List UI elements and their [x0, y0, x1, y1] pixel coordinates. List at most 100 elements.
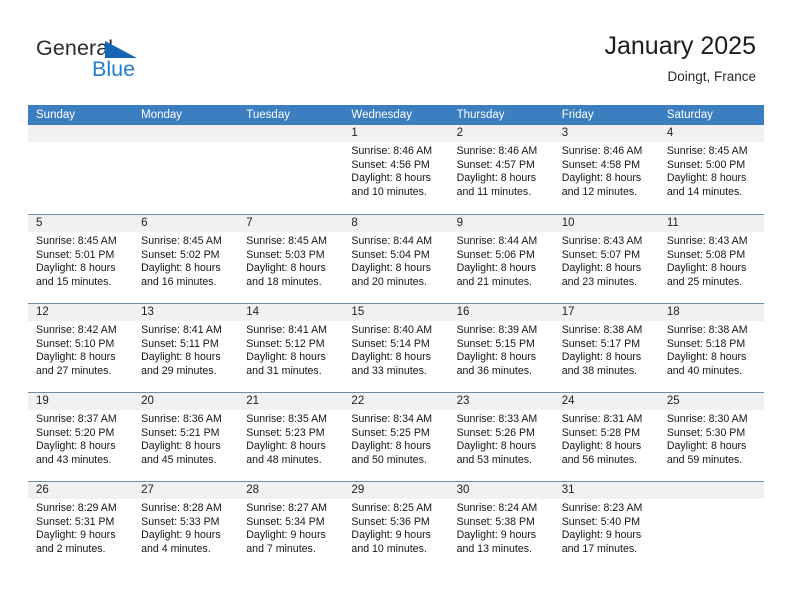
day-cell[interactable]: 25 Sunrise: 8:30 AM Sunset: 5:30 PM Dayligh…: [658, 393, 764, 481]
sunset-text: Sunset: 5:02 PM: [141, 248, 220, 261]
day-number: 23: [456, 395, 470, 407]
day-cell[interactable]: 6 Sunrise: 8:45 AM Sunset: 5:02 PM Daylight…: [133, 215, 239, 303]
day-details: Sunrise: 8:38 AM Sunset: 5:18 PM Daylight:…: [667, 324, 760, 378]
day-number-band: [28, 125, 134, 142]
calendar-grid: Sunday Monday Tuesday Wednesday Thursday…: [28, 105, 764, 570]
day-number: 10: [561, 217, 575, 229]
daylight-text-line2: and 20 minutes.: [351, 275, 427, 288]
day-cell[interactable]: 17 Sunrise: 8:38 AM Sunset: 5:17 PM Dayligh…: [553, 304, 659, 392]
day-details: Sunrise: 8:38 AM Sunset: 5:17 PM Daylight:…: [562, 324, 655, 378]
day-details: Sunrise: 8:44 AM Sunset: 5:06 PM Daylight:…: [457, 235, 550, 289]
day-details: Sunrise: 8:34 AM Sunset: 5:25 PM Daylight:…: [351, 413, 444, 467]
day-cell[interactable]: 14 Sunrise: 8:41 AM Sunset: 5:12 PM Dayligh…: [238, 304, 344, 392]
weekday-saturday: Saturday: [666, 109, 713, 121]
day-number: 4: [666, 127, 674, 139]
page-header: General Blue January 2025 Doingt, France: [0, 0, 792, 102]
day-number-band: [343, 215, 449, 232]
day-cell[interactable]: 11 Sunrise: 8:43 AM Sunset: 5:08 PM Dayligh…: [658, 215, 764, 303]
daylight-text-line2: and 48 minutes.: [246, 453, 322, 466]
calendar-page: General Blue January 2025 Doingt, France…: [0, 0, 792, 612]
day-number-band: [133, 215, 239, 232]
day-number: 7: [246, 217, 253, 229]
sunrise-text: Sunrise: 8:31 AM: [561, 413, 643, 425]
daylight-text-line2: and 4 minutes.: [141, 542, 211, 555]
sunset-text: Sunset: 4:56 PM: [351, 158, 430, 171]
sunset-text: Sunset: 5:07 PM: [561, 248, 641, 261]
day-details: Sunrise: 8:42 AM Sunset: 5:10 PM Daylight:…: [36, 324, 129, 378]
daylight-text-line1: Daylight: 8 hours: [246, 262, 326, 275]
day-cell[interactable]: 15 Sunrise: 8:40 AM Sunset: 5:14 PM Dayligh…: [343, 304, 449, 392]
sunrise-text: Sunrise: 8:27 AM: [246, 502, 327, 514]
day-details: Sunrise: 8:23 AM Sunset: 5:40 PM Daylight:…: [562, 502, 655, 556]
day-cell[interactable]: 4 Sunrise: 8:45 AM Sunset: 5:00 PM Daylight…: [658, 125, 764, 214]
day-details: Sunrise: 8:41 AM Sunset: 5:12 PM Daylight:…: [246, 324, 339, 378]
day-number: 1: [351, 127, 358, 139]
daylight-text-line1: Daylight: 8 hours: [456, 262, 537, 275]
day-cell[interactable]: [28, 125, 134, 214]
daylight-text-line1: Daylight: 8 hours: [141, 351, 221, 364]
day-details: Sunrise: 8:46 AM Sunset: 4:58 PM Daylight:…: [562, 145, 655, 199]
day-number: 8: [351, 217, 358, 229]
daylight-text-line2: and 15 minutes.: [36, 275, 112, 288]
day-cell[interactable]: 22 Sunrise: 8:34 AM Sunset: 5:25 PM Dayligh…: [343, 393, 449, 481]
day-cell[interactable]: 31 Sunrise: 8:23 AM Sunset: 5:40 PM Dayligh…: [553, 482, 659, 570]
sunset-text: Sunset: 5:04 PM: [351, 248, 430, 261]
day-number-band: [553, 125, 659, 142]
sunrise-text: Sunrise: 8:38 AM: [666, 324, 748, 336]
day-details: Sunrise: 8:44 AM Sunset: 5:04 PM Daylight:…: [351, 235, 444, 289]
day-cell[interactable]: 3 Sunrise: 8:46 AM Sunset: 4:58 PM Daylight…: [553, 125, 659, 214]
day-cell[interactable]: 29 Sunrise: 8:25 AM Sunset: 5:36 PM Dayligh…: [343, 482, 449, 570]
day-details: Sunrise: 8:28 AM Sunset: 5:33 PM Daylight:…: [141, 502, 234, 556]
daylight-text-line2: and 43 minutes.: [36, 453, 112, 466]
daylight-text-line1: Daylight: 8 hours: [456, 172, 537, 185]
daylight-text-line2: and 27 minutes.: [36, 364, 112, 377]
day-cell[interactable]: 24 Sunrise: 8:31 AM Sunset: 5:28 PM Dayligh…: [553, 393, 659, 481]
sunset-text: Sunset: 4:57 PM: [456, 158, 535, 171]
day-cell[interactable]: 1 Sunrise: 8:46 AM Sunset: 4:56 PM Daylight…: [343, 125, 449, 214]
day-cell[interactable]: 12 Sunrise: 8:42 AM Sunset: 5:10 PM Dayligh…: [28, 304, 134, 392]
day-number-band: [238, 215, 344, 232]
day-details: Sunrise: 8:45 AM Sunset: 5:01 PM Daylight:…: [36, 235, 129, 289]
sunrise-text: Sunrise: 8:43 AM: [561, 235, 643, 247]
day-cell[interactable]: 2 Sunrise: 8:46 AM Sunset: 4:57 PM Daylight…: [448, 125, 554, 214]
day-cell[interactable]: [133, 125, 239, 214]
daylight-text-line2: and 10 minutes.: [351, 185, 427, 198]
day-number: 2: [456, 127, 463, 139]
day-cell[interactable]: 21 Sunrise: 8:35 AM Sunset: 5:23 PM Dayligh…: [238, 393, 344, 481]
day-cell[interactable]: 16 Sunrise: 8:39 AM Sunset: 5:15 PM Dayligh…: [448, 304, 554, 392]
day-cell[interactable]: 18 Sunrise: 8:38 AM Sunset: 5:18 PM Dayligh…: [658, 304, 764, 392]
daylight-text-line1: Daylight: 9 hours: [141, 529, 221, 542]
day-cell[interactable]: 27 Sunrise: 8:28 AM Sunset: 5:33 PM Dayligh…: [133, 482, 239, 570]
day-cell[interactable]: 8 Sunrise: 8:44 AM Sunset: 5:04 PM Daylight…: [343, 215, 449, 303]
daylight-text-line1: Daylight: 8 hours: [246, 440, 326, 453]
day-cell[interactable]: 23 Sunrise: 8:33 AM Sunset: 5:26 PM Dayligh…: [448, 393, 554, 481]
daylight-text-line2: and 12 minutes.: [561, 185, 638, 198]
day-cell[interactable]: [658, 482, 764, 570]
daylight-text-line1: Daylight: 8 hours: [246, 351, 326, 364]
sunset-text: Sunset: 5:33 PM: [141, 515, 220, 528]
day-cell[interactable]: 19 Sunrise: 8:37 AM Sunset: 5:20 PM Dayligh…: [28, 393, 134, 481]
day-number-band: [238, 125, 344, 142]
day-cell[interactable]: 30 Sunrise: 8:24 AM Sunset: 5:38 PM Dayligh…: [448, 482, 554, 570]
daylight-text-line1: Daylight: 8 hours: [561, 172, 642, 185]
day-cell[interactable]: 5 Sunrise: 8:45 AM Sunset: 5:01 PM Daylight…: [28, 215, 134, 303]
daylight-text-line2: and 2 minutes.: [36, 542, 106, 555]
day-cell[interactable]: [238, 125, 344, 214]
day-cell[interactable]: 10 Sunrise: 8:43 AM Sunset: 5:07 PM Dayligh…: [553, 215, 659, 303]
daylight-text-line2: and 45 minutes.: [141, 453, 217, 466]
day-cell[interactable]: 13 Sunrise: 8:41 AM Sunset: 5:11 PM Dayligh…: [133, 304, 239, 392]
day-cell[interactable]: 9 Sunrise: 8:44 AM Sunset: 5:06 PM Daylight…: [448, 215, 554, 303]
daylight-text-line2: and 59 minutes.: [666, 453, 743, 466]
day-cell[interactable]: 20 Sunrise: 8:36 AM Sunset: 5:21 PM Dayligh…: [133, 393, 239, 481]
daylight-text-line2: and 36 minutes.: [456, 364, 532, 377]
day-cell[interactable]: 28 Sunrise: 8:27 AM Sunset: 5:34 PM Dayligh…: [238, 482, 344, 570]
sunset-text: Sunset: 5:30 PM: [666, 426, 746, 439]
sunrise-text: Sunrise: 8:37 AM: [36, 413, 117, 425]
sunset-text: Sunset: 5:00 PM: [666, 158, 746, 171]
sunrise-text: Sunrise: 8:40 AM: [351, 324, 433, 336]
day-cell[interactable]: 7 Sunrise: 8:45 AM Sunset: 5:03 PM Daylight…: [238, 215, 344, 303]
general-blue-logo: General Blue: [36, 37, 216, 86]
sunset-text: Sunset: 5:10 PM: [36, 337, 115, 350]
daylight-text-line1: Daylight: 8 hours: [561, 351, 642, 364]
day-cell[interactable]: 26 Sunrise: 8:29 AM Sunset: 5:31 PM Dayligh…: [28, 482, 134, 570]
